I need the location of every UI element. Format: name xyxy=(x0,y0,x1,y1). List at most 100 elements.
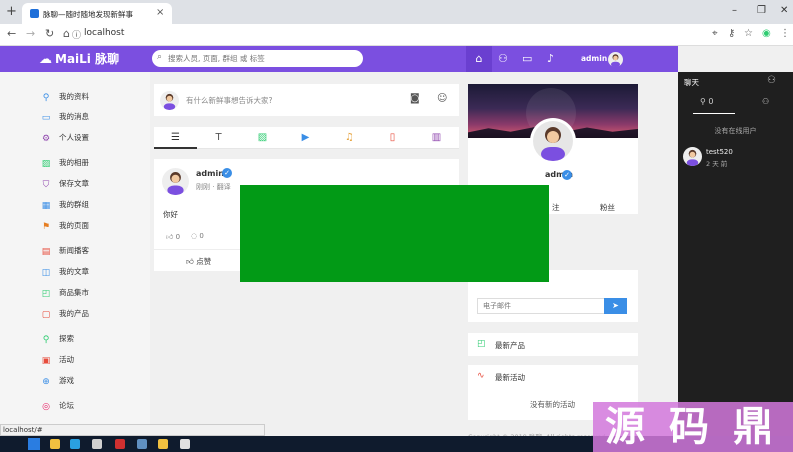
tab-title: 脉聊—随时随地发现新鲜事 xyxy=(43,10,133,19)
url-field[interactable]: localhost xyxy=(84,28,124,38)
messages-icon[interactable]: ▭ xyxy=(522,52,532,65)
sidebar-item-products[interactable]: ▢ 我的产品 xyxy=(40,308,89,322)
camera-icon[interactable]: ◙ xyxy=(410,93,420,104)
search-icon: ⌕ xyxy=(157,52,163,62)
latest-products-title[interactable]: 最新产品 xyxy=(495,340,525,351)
location-icon[interactable]: ⌖ xyxy=(712,28,718,39)
watermark-char-2: 码 xyxy=(669,403,709,450)
chat-tab-online[interactable]: ⚲ 0 xyxy=(700,97,714,106)
app-window-icon[interactable] xyxy=(92,439,102,449)
file-explorer-icon[interactable] xyxy=(50,439,60,449)
latest-events-title[interactable]: 最新活动 xyxy=(495,372,525,383)
image-icon: ▨ xyxy=(41,159,51,169)
search-box[interactable]: ⌕ xyxy=(152,50,363,67)
sidebar-item-games[interactable]: ⊕ 游戏 xyxy=(40,375,74,389)
post-avatar[interactable] xyxy=(162,168,189,195)
sidebar-item-album[interactable]: ▨ 我的相册 xyxy=(40,157,89,171)
windows-start-icon[interactable] xyxy=(28,438,40,450)
house-icon: ⌂ xyxy=(475,52,483,65)
header-username[interactable]: admin xyxy=(581,54,607,63)
new-tab-button[interactable]: + xyxy=(6,4,17,19)
chrome-icon[interactable] xyxy=(180,439,190,449)
sidebar-item-market[interactable]: ◰ 商品集市 xyxy=(40,287,89,301)
chat-contact-avatar[interactable] xyxy=(683,147,702,166)
menu-icon[interactable]: ⋮ xyxy=(780,28,790,39)
browser-tab[interactable]: 脉聊—随时随地发现新鲜事 × xyxy=(22,3,172,24)
music-icon: ♫ xyxy=(345,132,354,143)
app-red-icon[interactable] xyxy=(115,439,125,449)
sidebar-item-settings[interactable]: ⚙ 个人设置 xyxy=(40,132,89,146)
star-icon[interactable]: ☆ xyxy=(744,28,753,39)
forward-icon[interactable]: → xyxy=(26,27,35,40)
post-content: 你好 xyxy=(163,210,178,219)
sidebar-item-forum[interactable]: ◎ 论坛 xyxy=(40,400,74,414)
chat-title: 聊天 xyxy=(684,78,699,87)
post-author[interactable]: admin xyxy=(196,169,224,178)
search-input[interactable] xyxy=(168,52,358,65)
logo[interactable]: ☁ MaiLi 脉聊 xyxy=(39,50,119,67)
no-events-text: 没有新的活动 xyxy=(530,400,575,409)
chat-contact-time: 2 天 前 xyxy=(706,160,728,168)
sidebar-item-profile[interactable]: ⚲ 我的资料 xyxy=(40,91,89,105)
game-icon: ⊕ xyxy=(42,377,50,387)
sidebar-item-groups[interactable]: ▦ 我的群组 xyxy=(40,199,89,213)
sidebar-item-news[interactable]: ▤ 新闻播客 xyxy=(40,245,89,259)
fans-stat[interactable]: 粉丝 xyxy=(600,202,615,213)
composer-placeholder[interactable]: 有什么新鲜事想告诉大家? xyxy=(186,95,272,106)
key-icon[interactable]: ⚷ xyxy=(728,28,735,39)
type-image-tab[interactable]: ▨ xyxy=(241,127,284,149)
add-user-icon[interactable]: ⚇ xyxy=(767,75,776,86)
chat-contact-name[interactable]: test520 xyxy=(706,148,733,156)
notification-bell-icon[interactable]: ♪ xyxy=(547,52,554,65)
app-folder-icon[interactable] xyxy=(158,439,168,449)
back-icon[interactable]: ← xyxy=(7,27,16,40)
message-icon: ▭ xyxy=(41,113,51,123)
type-list-tab[interactable]: ☰ xyxy=(154,127,197,149)
info-icon[interactable]: ⓘ xyxy=(72,28,81,41)
bookmark-icon: ⛉ xyxy=(42,180,50,190)
add-friend-icon[interactable]: ⚇ xyxy=(498,52,508,65)
sidebar-item-events[interactable]: ▣ 活动 xyxy=(40,354,74,368)
like-button[interactable]: 👍︎ 点赞 xyxy=(186,256,211,267)
type-map-tab[interactable]: ▥ xyxy=(415,127,458,149)
sidebar-item-explore[interactable]: ⚲ 探索 xyxy=(40,333,74,347)
grid-icon: ▦ xyxy=(41,201,51,211)
minimize-button[interactable]: – xyxy=(732,5,737,16)
app-notes-icon[interactable] xyxy=(137,439,147,449)
maximize-button[interactable]: ❐ xyxy=(757,5,766,16)
email-input[interactable] xyxy=(477,298,604,314)
app-u-icon[interactable] xyxy=(70,439,80,449)
chat-tab-groups[interactable]: ⚇ xyxy=(762,97,769,106)
watermark-char-1: 源 xyxy=(605,403,645,450)
profile-avatar[interactable] xyxy=(530,118,576,164)
home-button[interactable]: ⌂ xyxy=(466,46,492,72)
explore-icon: ⚲ xyxy=(42,335,50,345)
chat-empty-text: 没有在线用户 xyxy=(714,127,757,135)
type-video-tab[interactable]: ▶ xyxy=(284,127,327,149)
extension-icon[interactable]: ◉ xyxy=(762,28,771,39)
follow-stat[interactable]: 注 xyxy=(552,202,560,213)
chat-panel: 聊天 ⚇ ⚲ 0 ⚇ 没有在线用户 test520 2 天 前 xyxy=(678,72,793,436)
header-avatar[interactable] xyxy=(608,52,623,67)
address-bar: ← → ↻ ⌂ ⓘ localhost ⌖ ⚷ ☆ ◉ ⋮ xyxy=(0,24,793,46)
type-file-tab[interactable]: ▯ xyxy=(371,127,414,149)
type-music-tab[interactable]: ♫ xyxy=(328,127,371,149)
chat-tab-indicator xyxy=(693,113,735,114)
type-text-tab[interactable]: T xyxy=(197,127,240,149)
sidebar-item-messages[interactable]: ▭ 我的消息 xyxy=(40,111,89,125)
post-composer[interactable]: 有什么新鲜事想告诉大家? ◙ ☺ xyxy=(154,84,459,116)
tab-close-button[interactable]: × xyxy=(156,7,164,18)
sticker-icon[interactable]: ☺ xyxy=(437,93,447,104)
send-button[interactable]: ➤ xyxy=(604,298,627,314)
composer-avatar xyxy=(160,91,179,110)
sidebar-item-articles[interactable]: ◫ 我的文章 xyxy=(40,266,89,280)
close-window-button[interactable]: ✕ xyxy=(780,5,788,16)
product-icon: ▢ xyxy=(41,310,51,320)
user-icon: ⚲ xyxy=(42,93,50,103)
home-icon[interactable]: ⌂ xyxy=(63,27,70,40)
sidebar-item-saved[interactable]: ⛉ 保存文章 xyxy=(40,178,89,192)
sidebar-item-pages[interactable]: ⚑ 我的页面 xyxy=(40,220,89,234)
reload-icon[interactable]: ↻ xyxy=(45,27,54,40)
latest-products-widget: ◰ 最新产品 xyxy=(468,333,638,356)
text-icon: T xyxy=(215,132,222,143)
